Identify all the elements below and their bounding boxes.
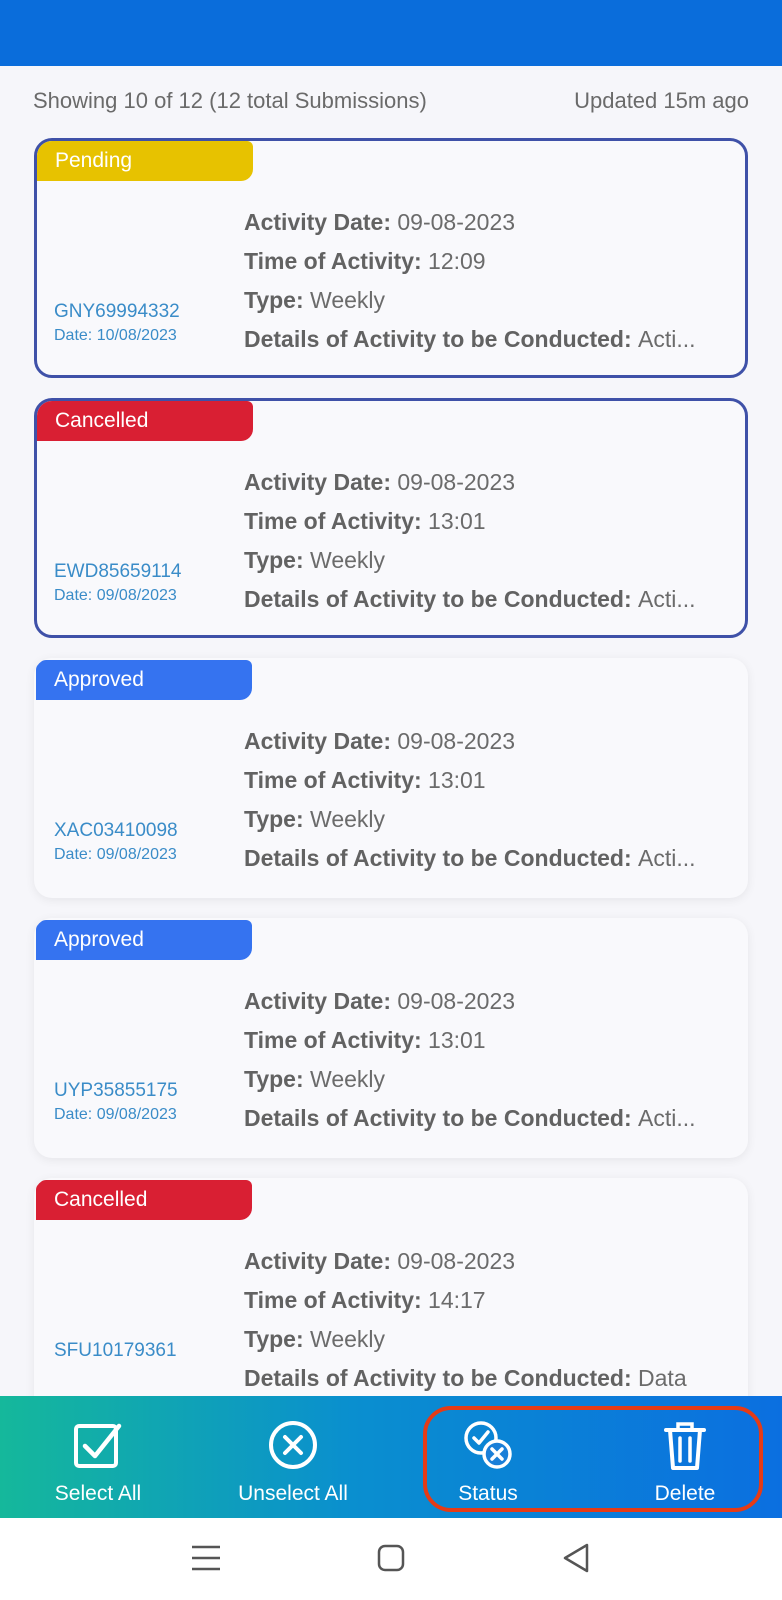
status-badge: Approved bbox=[36, 920, 252, 960]
activity-date-row: Activity Date: 09-08-2023 bbox=[244, 728, 516, 754]
status-badge: Approved bbox=[36, 660, 252, 700]
submission-code: XAC03410098 bbox=[54, 820, 178, 841]
activity-details-row: Details of Activity to be Conducted: Act… bbox=[244, 586, 696, 612]
select-all-button[interactable]: Select All bbox=[38, 1396, 158, 1518]
checkbox-check-icon bbox=[74, 1423, 122, 1468]
activity-type-row: Type: Weekly bbox=[244, 806, 386, 832]
activity-details-row: Details of Activity to be Conducted: Dat… bbox=[244, 1365, 687, 1391]
activity-details: Activity Date: 09-08-2023 Time of Activi… bbox=[244, 463, 724, 619]
activity-details-row: Details of Activity to be Conducted: Act… bbox=[244, 1105, 696, 1131]
submission-id-block: GNY69994332 Date: 10/08/2023 bbox=[54, 299, 244, 345]
status-badge: Cancelled bbox=[37, 401, 253, 441]
activity-date-row: Activity Date: 09-08-2023 bbox=[244, 469, 516, 495]
activity-type-row: Type: Weekly bbox=[244, 1066, 386, 1092]
activity-time-row: Time of Activity: 13:01 bbox=[244, 1027, 486, 1053]
activity-type-row: Type: Weekly bbox=[244, 1326, 386, 1352]
activity-date-row: Activity Date: 09-08-2023 bbox=[244, 1248, 516, 1274]
showing-count-text: Showing 10 of 12 (12 total Submissions) bbox=[33, 88, 427, 113]
select-all-label: Select All bbox=[54, 1482, 142, 1505]
submission-card[interactable]: Cancelled EWD85659114 Date: 09/08/2023 A… bbox=[34, 398, 748, 638]
submissions-summary: Showing 10 of 12 (12 total Submissions) … bbox=[33, 86, 749, 116]
status-badge: Cancelled bbox=[36, 1180, 252, 1220]
submission-code: GNY69994332 bbox=[54, 301, 180, 322]
activity-time-row: Time of Activity: 12:09 bbox=[244, 248, 486, 274]
submission-code: SFU10179361 bbox=[54, 1340, 177, 1361]
activity-type-row: Type: Weekly bbox=[244, 547, 386, 573]
activity-date-row: Activity Date: 09-08-2023 bbox=[244, 988, 516, 1014]
triangle-back-icon[interactable] bbox=[557, 1538, 597, 1578]
submission-date: Date: 10/08/2023 bbox=[54, 327, 177, 344]
submission-date: Date: 09/08/2023 bbox=[54, 1106, 177, 1123]
circle-x-icon bbox=[269, 1421, 317, 1469]
submission-card[interactable]: Approved XAC03410098 Date: 09/08/2023 Ac… bbox=[34, 658, 748, 898]
unselect-all-button[interactable]: Unselect All bbox=[218, 1396, 368, 1518]
activity-details-row: Details of Activity to be Conducted: Act… bbox=[244, 845, 696, 871]
submission-date: Date: 09/08/2023 bbox=[54, 587, 177, 604]
system-nav-bar bbox=[0, 1518, 782, 1600]
submission-card[interactable]: Cancelled SFU10179361 Activity Date: 09-… bbox=[34, 1178, 748, 1398]
unselect-all-label: Unselect All bbox=[238, 1482, 348, 1505]
activity-date-row: Activity Date: 09-08-2023 bbox=[244, 209, 516, 235]
submission-card[interactable]: Approved UYP35855175 Date: 09/08/2023 Ac… bbox=[34, 918, 748, 1158]
activity-details: Activity Date: 09-08-2023 Time of Activi… bbox=[244, 982, 724, 1138]
status-delete-highlight bbox=[423, 1406, 763, 1512]
submission-id-block: UYP35855175 Date: 09/08/2023 bbox=[54, 1078, 244, 1124]
app-header-bar bbox=[0, 0, 782, 66]
activity-time-row: Time of Activity: 13:01 bbox=[244, 767, 486, 793]
submission-list[interactable]: Pending GNY69994332 Date: 10/08/2023 Act… bbox=[0, 138, 782, 1398]
activity-details-row: Details of Activity to be Conducted: Act… bbox=[244, 326, 696, 352]
submission-code: UYP35855175 bbox=[54, 1080, 178, 1101]
activity-time-row: Time of Activity: 13:01 bbox=[244, 508, 486, 534]
status-badge: Pending bbox=[37, 141, 253, 181]
menu-icon[interactable] bbox=[186, 1538, 226, 1578]
activity-type-row: Type: Weekly bbox=[244, 287, 386, 313]
square-home-icon[interactable] bbox=[371, 1538, 411, 1578]
submission-code: EWD85659114 bbox=[54, 561, 182, 582]
activity-details: Activity Date: 09-08-2023 Time of Activi… bbox=[244, 203, 724, 359]
submission-date: Date: 09/08/2023 bbox=[54, 846, 177, 863]
activity-time-row: Time of Activity: 14:17 bbox=[244, 1287, 486, 1313]
submission-id-block: SFU10179361 bbox=[54, 1338, 244, 1366]
submission-id-block: EWD85659114 Date: 09/08/2023 bbox=[54, 559, 244, 605]
submission-id-block: XAC03410098 Date: 09/08/2023 bbox=[54, 818, 244, 864]
updated-time-text: Updated 15m ago bbox=[574, 88, 749, 113]
activity-details: Activity Date: 09-08-2023 Time of Activi… bbox=[244, 722, 724, 878]
submission-card[interactable]: Pending GNY69994332 Date: 10/08/2023 Act… bbox=[34, 138, 748, 378]
activity-details: Activity Date: 09-08-2023 Time of Activi… bbox=[244, 1242, 724, 1398]
